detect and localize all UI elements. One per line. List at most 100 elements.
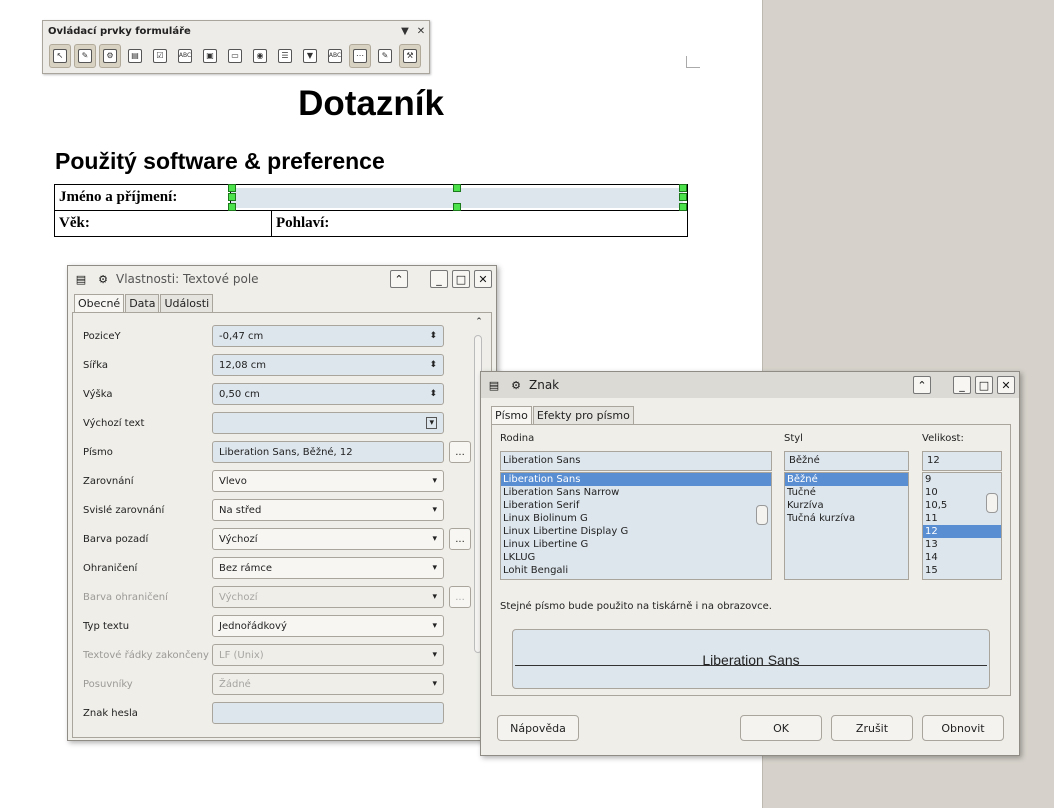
selection-handle[interactable] xyxy=(679,203,687,211)
selection-handle[interactable] xyxy=(679,184,687,192)
label-field-icon[interactable]: ABC xyxy=(324,44,346,68)
list-item[interactable]: Linux Biolinum G xyxy=(501,512,771,525)
list-item[interactable]: Linux Libertine Display G xyxy=(501,525,771,538)
property-value: Jednořádkový xyxy=(219,620,287,632)
minimize-button[interactable]: _ xyxy=(953,376,971,394)
dropdown-arrow-icon[interactable]: ▾ xyxy=(432,592,437,602)
property-field[interactable]: 0,50 cm ⬍ xyxy=(212,383,444,405)
properties-titlebar[interactable]: ▤ ⚙ Vlastnosti: Textové pole ⌃ _ □ ✕ xyxy=(68,266,496,292)
dropdown-arrow-icon[interactable]: ▾ xyxy=(432,679,437,689)
rollup-button[interactable]: ⌃ xyxy=(913,376,931,394)
dropdown-arrow-icon[interactable]: ▾ xyxy=(432,563,437,573)
formatted-field-icon[interactable]: ▣ xyxy=(199,44,221,68)
list-item[interactable]: Lohit Bengali xyxy=(501,564,771,577)
property-field[interactable]: -0,47 cm ⬍ xyxy=(212,325,444,347)
control-properties-icon[interactable]: ⚒ xyxy=(399,44,421,68)
dropdown-arrow-icon[interactable]: ▾ xyxy=(432,534,437,544)
dropdown-arrow-icon[interactable]: ▾ xyxy=(432,505,437,515)
list-item[interactable]: 13 xyxy=(923,538,1001,551)
list-item[interactable]: 15 xyxy=(923,564,1001,577)
property-field[interactable] xyxy=(212,702,444,724)
list-item[interactable]: Běžné xyxy=(785,473,908,486)
text-box-icon[interactable]: ABC xyxy=(174,44,196,68)
toolbar-close-icon[interactable]: ✕ xyxy=(413,26,429,37)
dropdown-arrow-icon[interactable]: ▾ xyxy=(426,417,437,429)
checkbox-icon[interactable]: ☑ xyxy=(149,44,171,68)
style-input[interactable]: Běžné xyxy=(784,451,909,471)
close-button[interactable]: ✕ xyxy=(997,376,1015,394)
character-titlebar[interactable]: ▤ ⚙ Znak ⌃ _ □ ✕ xyxy=(481,372,1019,398)
list-item[interactable]: 14 xyxy=(923,551,1001,564)
ok-button[interactable]: OK xyxy=(740,715,822,741)
list-item[interactable]: Liberation Serif xyxy=(501,499,771,512)
family-scroll-thumb[interactable] xyxy=(756,505,768,525)
form-design-icon[interactable]: ▤ xyxy=(124,44,146,68)
tab-font[interactable]: Písmo xyxy=(491,406,532,424)
maximize-button[interactable]: □ xyxy=(452,270,470,288)
toolbar-titlebar[interactable]: Ovládací prvky formuláře ▼ ✕ xyxy=(43,21,429,41)
list-item[interactable]: Liberation Sans xyxy=(501,473,771,486)
minimize-button[interactable]: _ xyxy=(430,270,448,288)
form-properties-icon[interactable]: ✎ xyxy=(374,44,396,68)
list-item[interactable]: Liberation Sans Narrow xyxy=(501,486,771,499)
dropdown-arrow-icon[interactable]: ▾ xyxy=(432,621,437,631)
spin-arrows-icon[interactable]: ⬍ xyxy=(429,331,437,341)
cancel-button[interactable]: Zrušit xyxy=(831,715,913,741)
spin-arrows-icon[interactable]: ⬍ xyxy=(429,389,437,399)
toolbar-menu-icon[interactable]: ▼ xyxy=(397,26,413,37)
property-field[interactable]: Liberation Sans, Běžné, 12 xyxy=(212,441,444,463)
size-scroll-thumb[interactable] xyxy=(986,493,998,513)
list-item[interactable]: Kurzíva xyxy=(785,499,908,512)
list-item[interactable]: Tučné xyxy=(785,486,908,499)
maximize-button[interactable]: □ xyxy=(975,376,993,394)
dropdown-arrow-icon[interactable]: ▾ xyxy=(432,650,437,660)
selection-handle[interactable] xyxy=(453,184,461,192)
selection-handle[interactable] xyxy=(228,203,236,211)
list-item[interactable]: Linux Libertine G xyxy=(501,538,771,551)
dropdown-arrow-icon[interactable]: ▾ xyxy=(432,476,437,486)
reset-button[interactable]: Obnovit xyxy=(922,715,1004,741)
selection-handle[interactable] xyxy=(228,193,236,201)
tab-data[interactable]: Data xyxy=(125,294,160,312)
property-field[interactable]: Vlevo ▾ xyxy=(212,470,444,492)
tab-events[interactable]: Události xyxy=(160,294,214,312)
property-field[interactable]: Bez rámce ▾ xyxy=(212,557,444,579)
list-item[interactable]: Tučná kurzíva xyxy=(785,512,908,525)
family-list[interactable]: Liberation Sans Liberation Sans Narrow Lib… xyxy=(500,472,772,580)
browse-button[interactable]: ... xyxy=(449,441,471,463)
selection-handle[interactable] xyxy=(679,193,687,201)
list-item[interactable]: LKLUG xyxy=(501,551,771,564)
list-box-icon[interactable]: ☰ xyxy=(274,44,296,68)
more-controls-icon[interactable]: ⋯ xyxy=(349,44,371,68)
browse-button[interactable]: ... xyxy=(449,528,471,550)
option-button-icon[interactable]: ◉ xyxy=(249,44,271,68)
list-item[interactable]: 11 xyxy=(923,512,1001,525)
property-field[interactable]: Na střed ▾ xyxy=(212,499,444,521)
property-field[interactable]: Jednořádkový ▾ xyxy=(212,615,444,637)
scroll-up-icon[interactable]: ⌃ xyxy=(473,317,485,327)
property-field[interactable]: 12,08 cm ⬍ xyxy=(212,354,444,376)
select-icon[interactable]: ↖ xyxy=(49,44,71,68)
tab-font-effects[interactable]: Efekty pro písmo xyxy=(532,406,634,424)
selection-handle[interactable] xyxy=(228,184,236,192)
size-list[interactable]: 9 10 10,5 11 12 13 14 15 xyxy=(922,472,1002,580)
selection-handle[interactable] xyxy=(453,203,461,211)
close-button[interactable]: ✕ xyxy=(474,270,492,288)
control-wizards-icon[interactable]: ⚙ xyxy=(99,44,121,68)
rollup-button[interactable]: ⌃ xyxy=(390,270,408,288)
tab-general[interactable]: Obecné xyxy=(74,294,125,312)
family-input[interactable]: Liberation Sans xyxy=(500,451,772,471)
combo-box-icon[interactable]: ▼ xyxy=(299,44,321,68)
push-button-icon[interactable]: ▭ xyxy=(224,44,246,68)
size-input[interactable]: 12 xyxy=(922,451,1002,471)
property-field[interactable]: ▾ xyxy=(212,412,444,434)
spin-arrows-icon[interactable]: ⬍ xyxy=(429,360,437,370)
list-item[interactable]: 12 xyxy=(923,525,1001,538)
list-item[interactable]: 9 xyxy=(923,473,1001,486)
property-field[interactable]: Výchozí ▾ xyxy=(212,528,444,550)
style-list[interactable]: Běžné Tučné Kurzíva Tučná kurzíva xyxy=(784,472,909,580)
design-mode-icon[interactable]: ✎ xyxy=(74,44,96,68)
toolbar-icon-row: ↖ ✎ ⚙ ▤ ☑ ABC ▣ ▭ ◉ ☰ ▼ ABC ⋯ ✎ ⚒ xyxy=(43,41,429,71)
help-button[interactable]: Nápověda xyxy=(497,715,579,741)
property-row: Šířka xyxy=(83,354,209,376)
